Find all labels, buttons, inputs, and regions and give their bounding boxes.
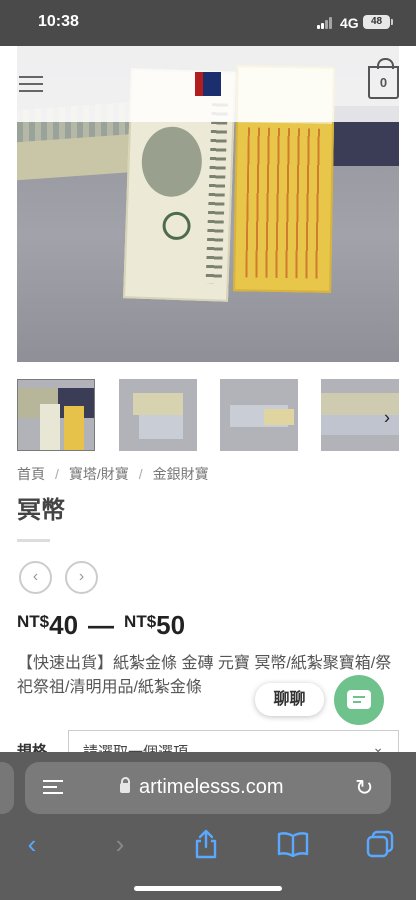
thumbnail-1[interactable] (17, 379, 95, 451)
price-min: 40 (49, 610, 79, 640)
breadcrumb-home[interactable]: 首頁 (17, 466, 45, 482)
url-text[interactable]: artimelesss.com (139, 776, 283, 799)
home-indicator (134, 886, 282, 891)
cart-icon[interactable]: 0 (368, 58, 399, 99)
price-currency: NT$ (124, 612, 157, 631)
hamburger-menu-icon[interactable] (19, 76, 43, 93)
site-header: 0 (0, 46, 416, 122)
book-icon (277, 832, 309, 858)
breadcrumb: 首頁 / 寶塔/財寶 / 金銀財寶 (17, 464, 209, 484)
chevron-right-icon: › (115, 829, 125, 859)
image-gold-paper-lines (245, 127, 324, 279)
price-dash: — (88, 610, 115, 640)
chevron-left-icon: ‹ (32, 568, 39, 585)
chat-bubble-icon (347, 690, 371, 709)
thumbnail-strip (17, 379, 399, 453)
lock-icon (120, 777, 130, 793)
status-time: 10:38 (38, 13, 79, 30)
image-banknote-seal (162, 211, 192, 241)
forward-button[interactable]: › (100, 826, 140, 862)
share-button[interactable] (186, 826, 226, 862)
thumbnail-3[interactable] (220, 379, 298, 451)
chat-label[interactable]: 聊聊 (255, 683, 324, 716)
chevron-left-icon: ‹ (27, 829, 37, 859)
thumbnail-next-icon[interactable]: › (384, 408, 390, 429)
network-type: 4G (340, 15, 359, 31)
price-max: 50 (156, 610, 186, 640)
tabs-icon (366, 830, 394, 858)
breadcrumb-separator: / (138, 466, 143, 482)
prev-product-button[interactable]: ‹ (19, 561, 52, 594)
next-product-button[interactable]: › (65, 561, 98, 594)
signal-icon (317, 17, 334, 29)
thumbnail-2[interactable] (119, 379, 197, 451)
title-divider (17, 539, 50, 542)
reload-icon[interactable]: ↻ (355, 775, 373, 801)
back-button[interactable]: ‹ (12, 826, 52, 862)
bookmarks-button[interactable] (273, 826, 313, 862)
chat-button[interactable] (334, 675, 384, 725)
previous-tab-peek[interactable] (0, 762, 14, 814)
site-logo[interactable] (195, 72, 221, 96)
image-banknote-serial (205, 103, 228, 284)
product-price: NT$40— NT$50 (17, 610, 185, 641)
cart-count: 0 (379, 75, 388, 90)
browser-bottom-bar: artimelesss.com ↻ ‹ › (0, 752, 416, 900)
address-bar[interactable]: artimelesss.com ↻ (25, 762, 391, 814)
chevron-right-icon: › (78, 568, 85, 585)
breadcrumb-subcategory[interactable]: 金銀財寶 (153, 466, 209, 482)
page-menu-icon[interactable] (43, 778, 63, 798)
price-currency: NT$ (17, 612, 50, 631)
battery-icon: 48 (363, 15, 390, 29)
status-bar: 10:38 4G 48 (0, 0, 416, 46)
breadcrumb-separator: / (55, 466, 59, 482)
breadcrumb-category[interactable]: 寶塔/財寶 (69, 466, 129, 482)
battery-tip (391, 19, 393, 25)
image-banknote-portrait (140, 125, 204, 198)
tabs-button[interactable] (360, 826, 400, 862)
share-icon (195, 829, 217, 859)
product-title: 冥幣 (17, 497, 65, 524)
